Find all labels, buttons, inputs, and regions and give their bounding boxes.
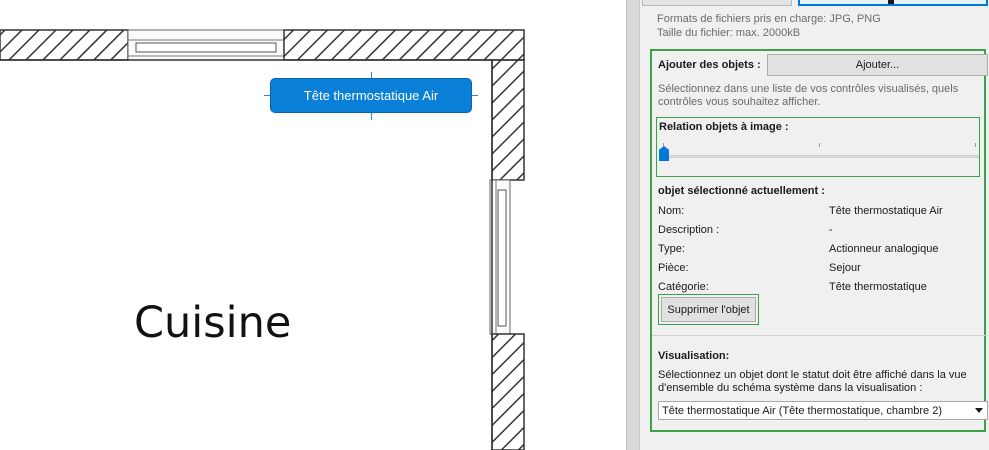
file-format-info: Formats de fichiers pris en charge: JPG,… xyxy=(657,12,881,40)
slider-tick xyxy=(819,143,820,147)
property-key: Description : xyxy=(658,224,720,236)
active-button-edge[interactable] xyxy=(798,0,988,6)
properties-panel: Formats de fichiers pris en charge: JPG,… xyxy=(640,0,989,450)
relation-slider-track[interactable] xyxy=(663,155,979,158)
wall-top-right xyxy=(283,29,525,61)
window-right xyxy=(489,179,511,335)
delete-object-button[interactable]: Supprimer l'objet xyxy=(661,297,756,322)
objects-section: Ajouter des objets : Ajouter... Sélectio… xyxy=(650,49,989,432)
window-top xyxy=(127,29,285,61)
relation-label: Relation objets à image : xyxy=(659,121,789,133)
relation-group: Relation objets à image : xyxy=(656,117,980,177)
property-key: Pièce: xyxy=(658,262,689,274)
property-row: Type: Actionneur analogique xyxy=(658,243,978,262)
property-value: Actionneur analogique xyxy=(829,243,939,255)
formats-line: Formats de fichiers pris en charge: JPG,… xyxy=(657,13,881,25)
button-icon-fragment xyxy=(888,0,894,4)
property-key: Nom: xyxy=(658,205,685,217)
wall-right-lower xyxy=(491,333,525,450)
selection-handle-right[interactable] xyxy=(472,95,478,96)
delete-button-highlight: Supprimer l'objet xyxy=(658,294,759,325)
property-value: - xyxy=(829,224,833,236)
property-row: Pièce: Sejour xyxy=(658,262,978,281)
property-row: Description : - xyxy=(658,224,978,243)
wall-right-upper xyxy=(491,59,525,181)
property-key: Catégorie: xyxy=(658,281,709,293)
add-desc-line-2: contrôles vous souhaitez afficher. xyxy=(658,96,821,108)
device-object-thermostat[interactable]: Tête thermostatique Air xyxy=(270,78,472,113)
panel-splitter[interactable] xyxy=(626,0,640,450)
add-desc-line-1: Sélectionnez dans une liste de vos contr… xyxy=(658,83,959,95)
room-label: Cuisine xyxy=(134,298,292,348)
selection-handle-bottom[interactable] xyxy=(371,112,372,120)
wall-top-left xyxy=(0,29,129,61)
property-row: Nom: Tête thermostatique Air xyxy=(658,205,978,224)
add-objects-button[interactable]: Ajouter... xyxy=(767,54,988,76)
property-value: Sejour xyxy=(829,262,861,274)
top-button-strip xyxy=(640,0,989,8)
viz-desc-line-1: Sélectionnez un objet dont le statut doi… xyxy=(658,369,967,381)
add-objects-label: Ajouter des objets : xyxy=(658,59,761,71)
upload-button-edge[interactable] xyxy=(642,0,792,6)
selected-object-title: objet sélectionné actuellement : xyxy=(658,185,825,197)
visualisation-description: Sélectionnez un objet dont le statut doi… xyxy=(658,369,989,395)
visualisation-dropdown[interactable]: Tête thermostatique Air (Tête thermostat… xyxy=(658,401,988,420)
floor-plan-canvas[interactable]: Cuisine Tête thermostatique Air xyxy=(0,0,626,450)
visualisation-title: Visualisation: xyxy=(658,350,730,362)
add-objects-description: Sélectionnez dans une liste de vos contr… xyxy=(658,83,982,109)
property-value: Tête thermostatique xyxy=(829,281,927,293)
relation-slider-thumb[interactable] xyxy=(659,146,669,161)
file-size-line: Taille du fichier: max. 2000kB xyxy=(657,27,801,39)
property-list: Nom: Tête thermostatique Air Description… xyxy=(658,205,978,300)
floor-plan-walls xyxy=(0,29,525,450)
divider xyxy=(652,335,988,336)
property-key: Type: xyxy=(658,243,685,255)
viz-desc-line-2: d'ensemble du schéma système dans la vis… xyxy=(658,382,923,394)
chevron-down-icon[interactable] xyxy=(975,408,983,413)
slider-tick xyxy=(975,143,976,147)
visualisation-selected-value: Tête thermostatique Air (Tête thermostat… xyxy=(662,404,943,417)
property-value: Tête thermostatique Air xyxy=(829,205,943,217)
